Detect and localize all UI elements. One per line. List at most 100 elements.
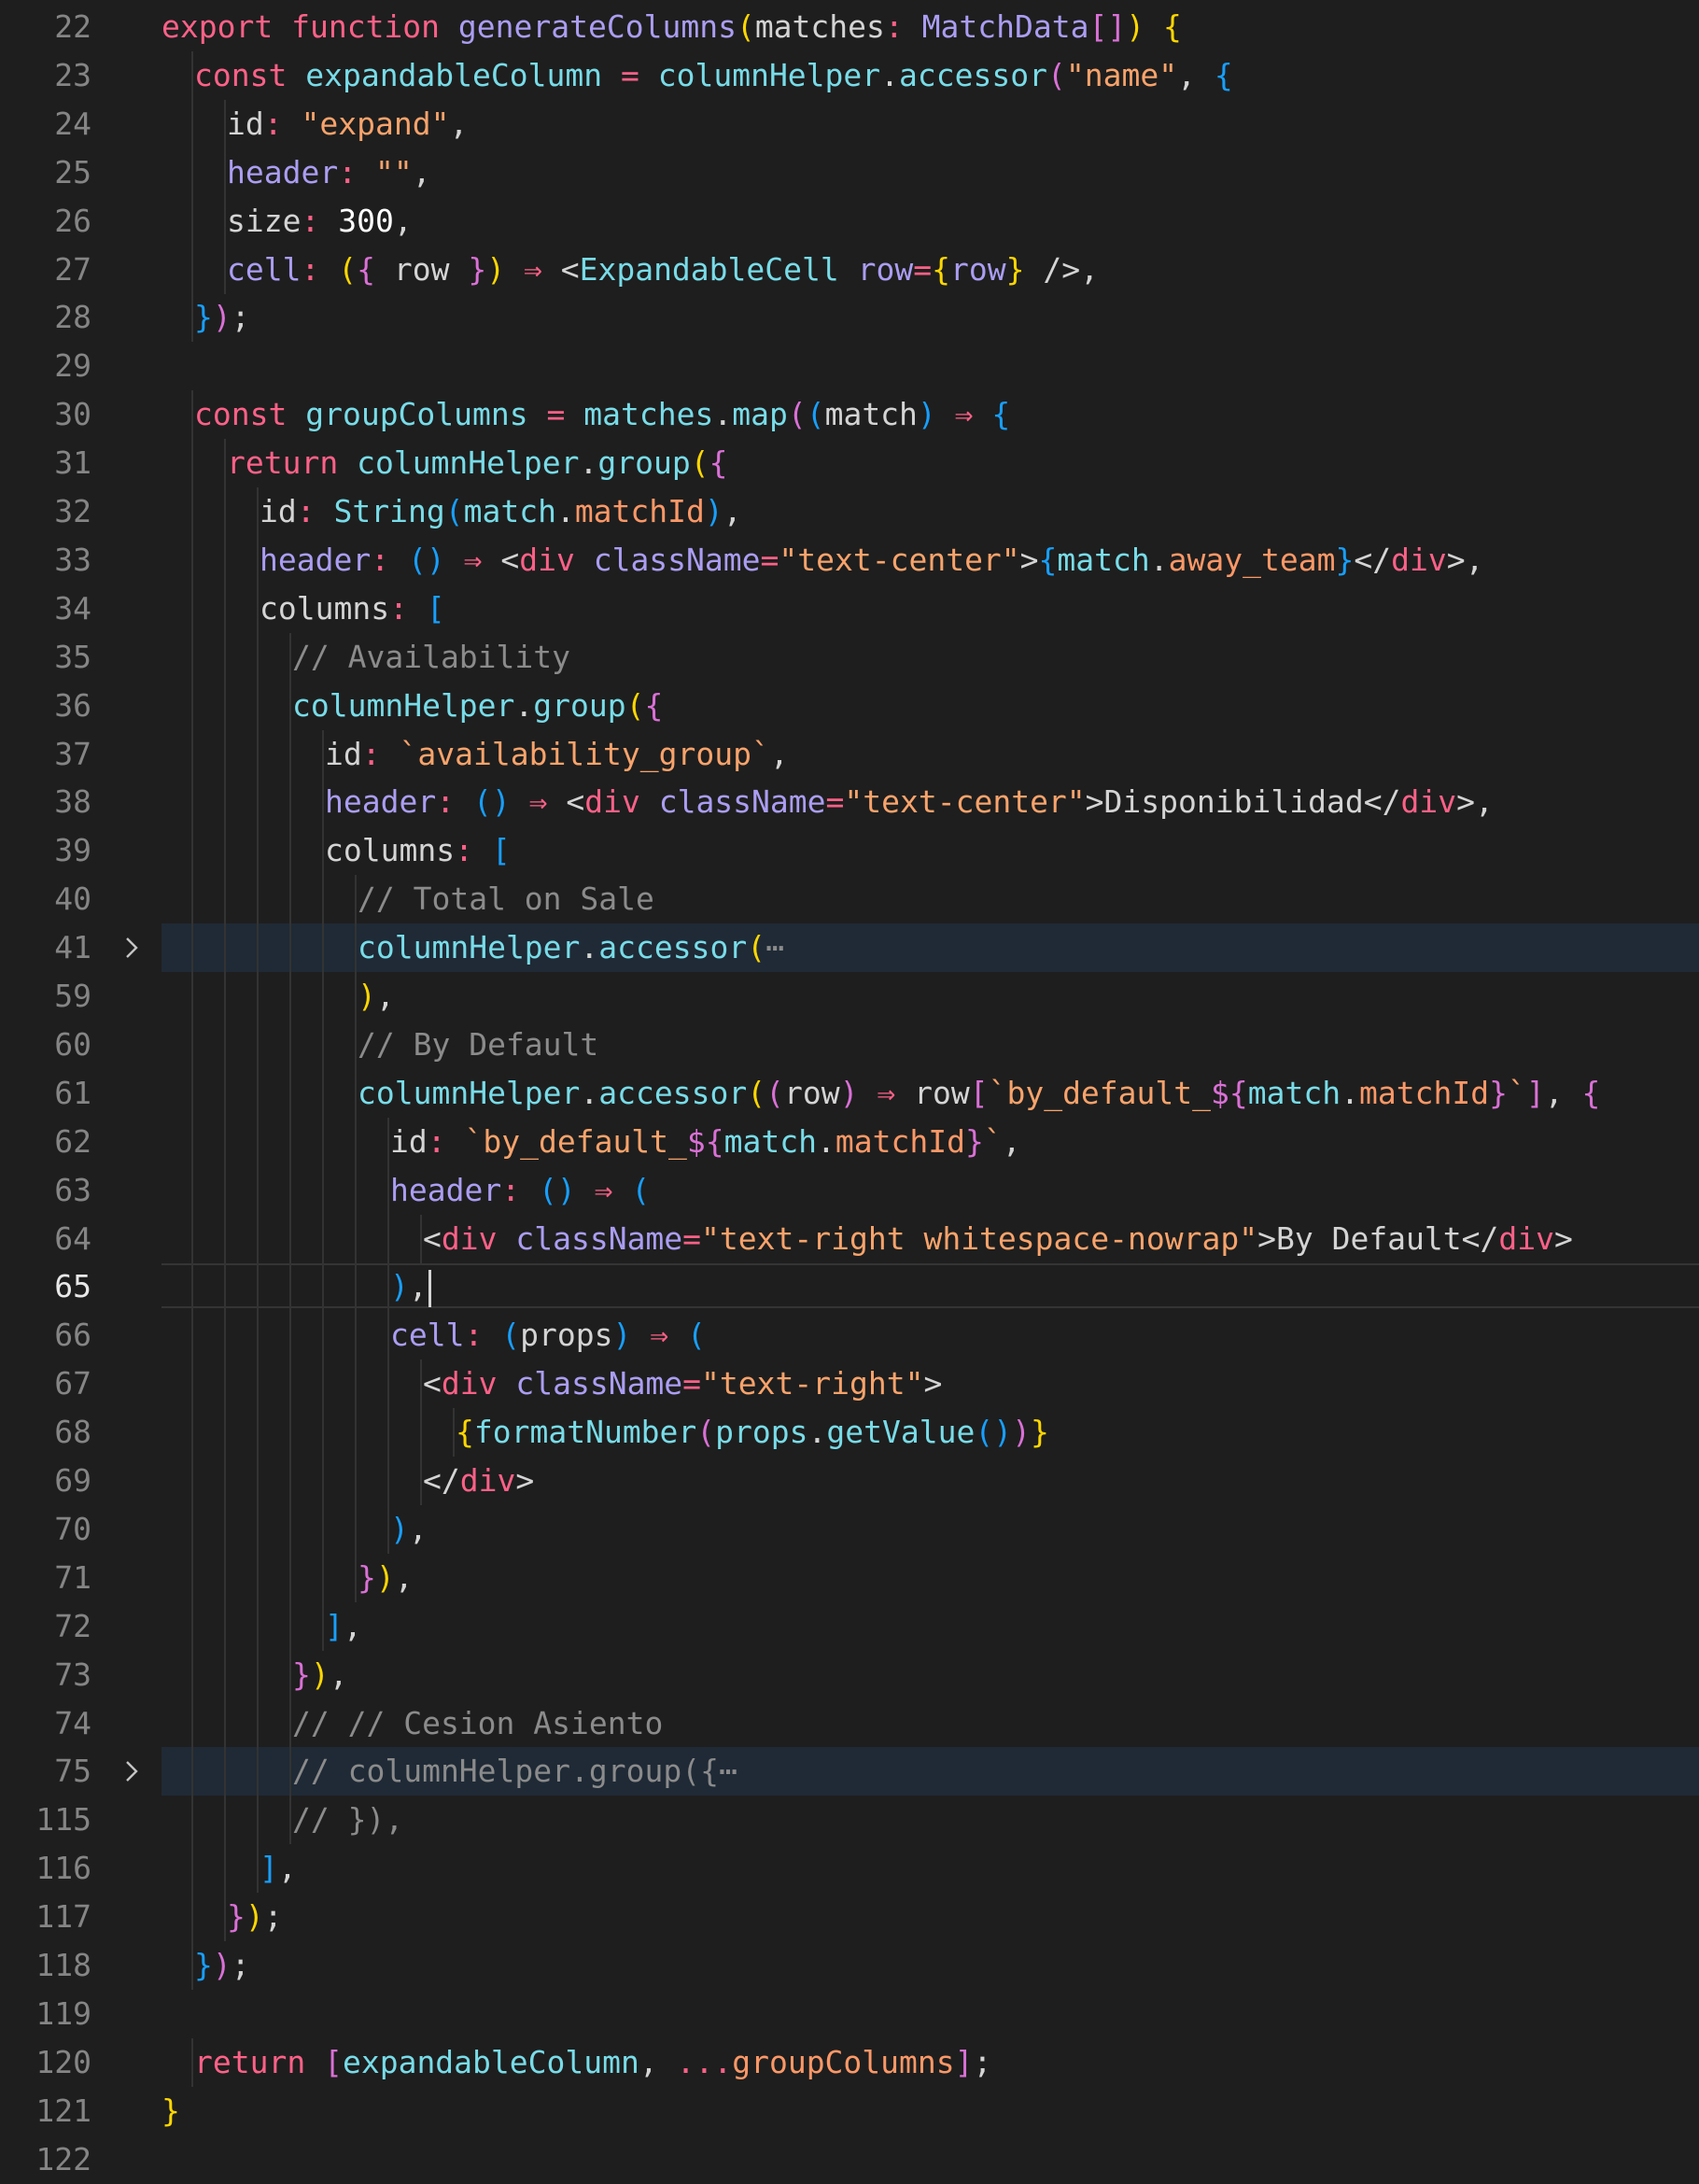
line-number[interactable]: 22 [0, 3, 91, 51]
line-number[interactable]: 73 [0, 1651, 91, 1699]
line-number[interactable]: 35 [0, 633, 91, 682]
code-text[interactable]: }), [292, 1651, 348, 1699]
code-line[interactable]: 70), [0, 1504, 1699, 1554]
code-text[interactable]: ], [325, 1602, 362, 1651]
chevron-right-icon[interactable] [119, 1759, 144, 1783]
line-number[interactable]: 27 [0, 246, 91, 294]
code-line[interactable]: 37 id: `availability_group`, [0, 729, 1699, 779]
line-number[interactable]: 60 [0, 1021, 91, 1069]
code-text[interactable]: } [161, 2087, 180, 2135]
line-number[interactable]: 64 [0, 1215, 91, 1263]
code-line[interactable]: 67 <div className="text-right"> [0, 1360, 1699, 1409]
code-text[interactable]: columnHelper.accessor(⋯ [358, 923, 784, 972]
code-line[interactable]: 69 </div> [0, 1457, 1699, 1505]
code-text[interactable]: id: "expand", [227, 100, 468, 148]
code-line[interactable]: 35 // Availability [0, 632, 1699, 682]
line-number[interactable]: 30 [0, 390, 91, 439]
code-text[interactable]: id: `availability_group`, [325, 730, 789, 779]
code-line[interactable]: 116], [0, 1844, 1699, 1894]
code-text[interactable]: cell: ({ row }) ⇒ <ExpandableCell row={r… [227, 246, 1099, 294]
code-line[interactable]: 30 const groupColumns = matches.map((matc… [0, 390, 1699, 440]
line-number[interactable]: 38 [0, 778, 91, 826]
code-line[interactable]: 28}); [0, 293, 1699, 343]
code-text[interactable]: return [expandableColumn, ...groupColumn… [194, 2038, 991, 2087]
code-line[interactable]: 31 return columnHelper.group({ [0, 439, 1699, 488]
line-number[interactable]: 65 [0, 1262, 91, 1311]
code-line[interactable]: 26 size: 300, [0, 196, 1699, 246]
folded-ellipsis[interactable]: ⋯ [719, 1747, 737, 1796]
line-number[interactable]: 61 [0, 1069, 91, 1118]
code-text[interactable]: columns: [ [325, 826, 511, 875]
line-number[interactable]: 31 [0, 439, 91, 487]
code-text[interactable]: ), [390, 1262, 431, 1311]
code-line[interactable]: 71}), [0, 1553, 1699, 1602]
code-line[interactable]: 120 return [expandableColumn, ...groupCol… [0, 2037, 1699, 2087]
code-text[interactable]: ], [260, 1844, 297, 1893]
line-number[interactable]: 32 [0, 487, 91, 536]
line-number[interactable]: 41 [0, 923, 91, 972]
code-text[interactable]: export function generateColumns(matches:… [161, 3, 1182, 51]
code-line[interactable]: 115 // }), [0, 1796, 1699, 1845]
code-text[interactable]: id: `by_default_${match.matchId}`, [390, 1118, 1021, 1166]
code-line[interactable]: 36 columnHelper.group({ [0, 681, 1699, 730]
line-number[interactable]: 39 [0, 826, 91, 875]
line-number[interactable]: 120 [0, 2038, 91, 2087]
code-line[interactable]: 32 id: String(match.matchId), [0, 487, 1699, 536]
line-number[interactable]: 122 [0, 2135, 91, 2184]
code-text[interactable]: }); [194, 1941, 250, 1990]
code-line[interactable]: 63 header: () ⇒ ( [0, 1165, 1699, 1215]
line-number[interactable]: 68 [0, 1408, 91, 1457]
code-text[interactable]: ), [358, 972, 395, 1021]
code-line[interactable]: 66 cell: (props) ⇒ ( [0, 1311, 1699, 1360]
line-number[interactable]: 29 [0, 342, 91, 390]
line-number[interactable]: 36 [0, 682, 91, 730]
line-number[interactable]: 33 [0, 536, 91, 585]
code-line[interactable]: 122 [0, 2135, 1699, 2184]
code-line[interactable]: 27 cell: ({ row }) ⇒ <ExpandableCell row=… [0, 245, 1699, 294]
code-text[interactable]: header: () ⇒ <div className="text-center… [260, 536, 1483, 585]
code-text[interactable]: return columnHelper.group({ [227, 439, 727, 487]
code-text[interactable]: const groupColumns = matches.map((match)… [194, 390, 1010, 439]
code-text[interactable]: cell: (props) ⇒ ( [390, 1311, 706, 1360]
line-number[interactable]: 66 [0, 1311, 91, 1360]
code-line[interactable]: 75 // columnHelper.group({⋯ [0, 1747, 1699, 1797]
code-text[interactable]: header: "", [227, 148, 431, 197]
code-line[interactable]: 38 header: () ⇒ <div className="text-cent… [0, 778, 1699, 827]
code-line[interactable]: 40 // Total on Sale [0, 875, 1699, 924]
folded-ellipsis[interactable]: ⋯ [765, 923, 784, 972]
code-line[interactable]: 29 [0, 342, 1699, 390]
line-number[interactable]: 63 [0, 1166, 91, 1215]
line-number[interactable]: 75 [0, 1747, 91, 1796]
code-text[interactable]: // columnHelper.group({⋯ [292, 1747, 737, 1796]
line-number[interactable]: 24 [0, 100, 91, 148]
line-number[interactable]: 117 [0, 1893, 91, 1941]
code-line[interactable]: 68 {formatNumber(props.getValue())} [0, 1408, 1699, 1458]
code-line[interactable]: 118}); [0, 1941, 1699, 1990]
code-text[interactable]: header: () ⇒ <div className="text-center… [325, 778, 1494, 826]
code-text[interactable]: columns: [ [260, 585, 445, 633]
line-number[interactable]: 119 [0, 1990, 91, 2038]
line-number[interactable]: 34 [0, 585, 91, 633]
line-number[interactable]: 25 [0, 148, 91, 197]
line-number[interactable]: 69 [0, 1457, 91, 1505]
code-line[interactable]: 74 // // Cesion Asiento [0, 1698, 1699, 1748]
code-text[interactable]: size: 300, [227, 197, 413, 246]
code-line[interactable]: 59), [0, 972, 1699, 1021]
code-line[interactable]: 62 id: `by_default_${match.matchId}`, [0, 1117, 1699, 1166]
code-text[interactable]: // // Cesion Asiento [292, 1699, 663, 1748]
code-line[interactable]: 39 columns: [ [0, 826, 1699, 876]
line-number[interactable]: 72 [0, 1602, 91, 1651]
code-text[interactable]: </div> [423, 1457, 534, 1505]
line-number[interactable]: 116 [0, 1844, 91, 1893]
code-line[interactable]: 41 columnHelper.accessor(⋯ [0, 923, 1699, 973]
code-line[interactable]: 64 <div className="text-right whitespace-… [0, 1214, 1699, 1263]
line-number[interactable]: 71 [0, 1554, 91, 1602]
code-text[interactable]: }); [227, 1893, 283, 1941]
code-text[interactable]: // By Default [358, 1021, 598, 1069]
line-number[interactable]: 23 [0, 51, 91, 100]
line-number[interactable]: 70 [0, 1505, 91, 1554]
code-line[interactable]: 24 id: "expand", [0, 99, 1699, 148]
code-text[interactable]: id: String(match.matchId), [260, 487, 742, 536]
line-number[interactable]: 115 [0, 1796, 91, 1844]
code-line[interactable]: 22 export function generateColumns(matche… [0, 3, 1699, 51]
